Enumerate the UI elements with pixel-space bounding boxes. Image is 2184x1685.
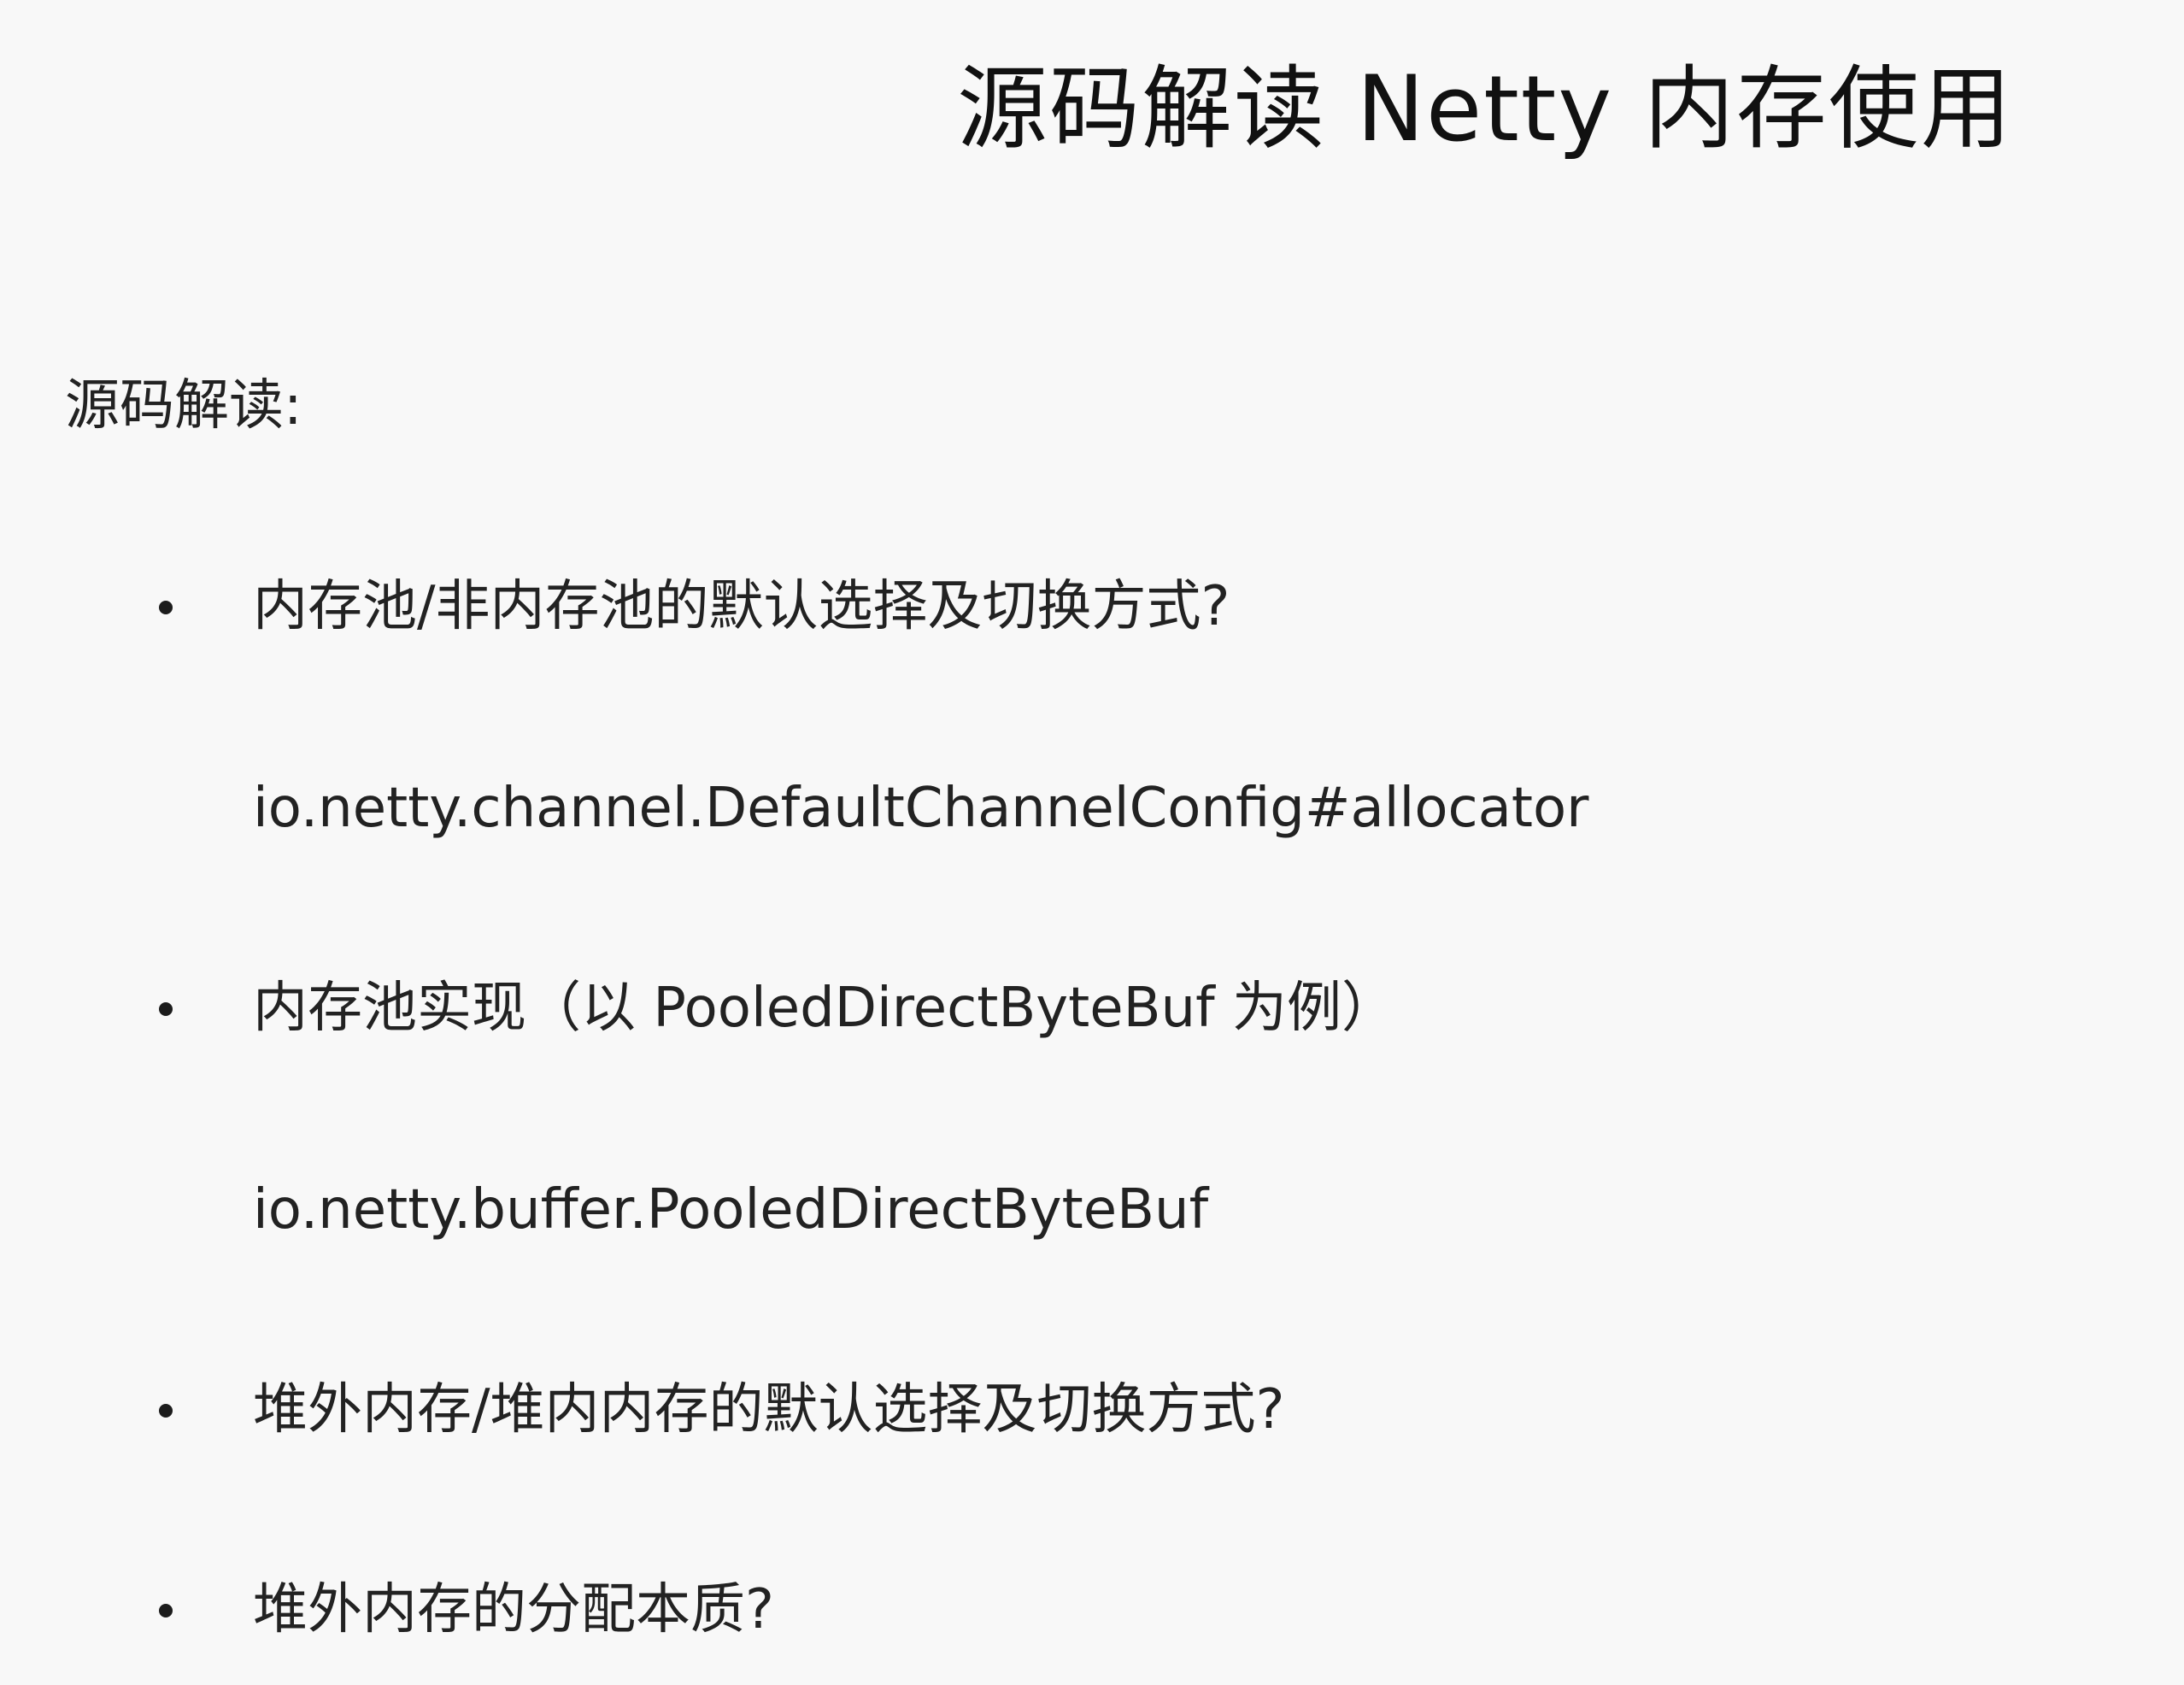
bullet-item-heap-selection: 堆外内存/堆内内存的默认选择及切换方式? [0, 1367, 2184, 1453]
code-reference-pooled-direct-bytebuf: io.netty.buffer.PooledDirectByteBuf [253, 1178, 1209, 1242]
bullet-item-pool-selection: 内存池/非内存池的默认选择及切换方式? [0, 564, 2184, 649]
bullet-icon [159, 1002, 173, 1016]
bullet-icon [159, 1404, 173, 1418]
section-heading: 源码解读: [65, 374, 302, 437]
bullet-text: 内存池/非内存池的默认选择及切换方式? [253, 575, 1230, 638]
bullet-text: 内存池实现（以 PooledDirectByteBuf 为例） [253, 977, 1396, 1040]
code-reference-allocator: io.netty.channel.DefaultChannelConfig#al… [253, 777, 1589, 840]
slide-title: 源码解读 Netty 内存使用 [957, 56, 2013, 161]
bullet-icon [159, 601, 173, 614]
bullet-item-pool-implementation: 内存池实现（以 PooledDirectByteBuf 为例） [0, 966, 2184, 1051]
bullet-text: 堆外内存的分配本质? [253, 1578, 774, 1641]
slide: 源码解读 Netty 内存使用 源码解读: 内存池/非内存池的默认选择及切换方式… [0, 0, 2184, 1685]
bullet-item-offheap-allocation: 堆外内存的分配本质? [0, 1567, 2184, 1653]
bullet-text: 堆外内存/堆内内存的默认选择及切换方式? [253, 1378, 1285, 1441]
bullet-icon [159, 1604, 173, 1617]
